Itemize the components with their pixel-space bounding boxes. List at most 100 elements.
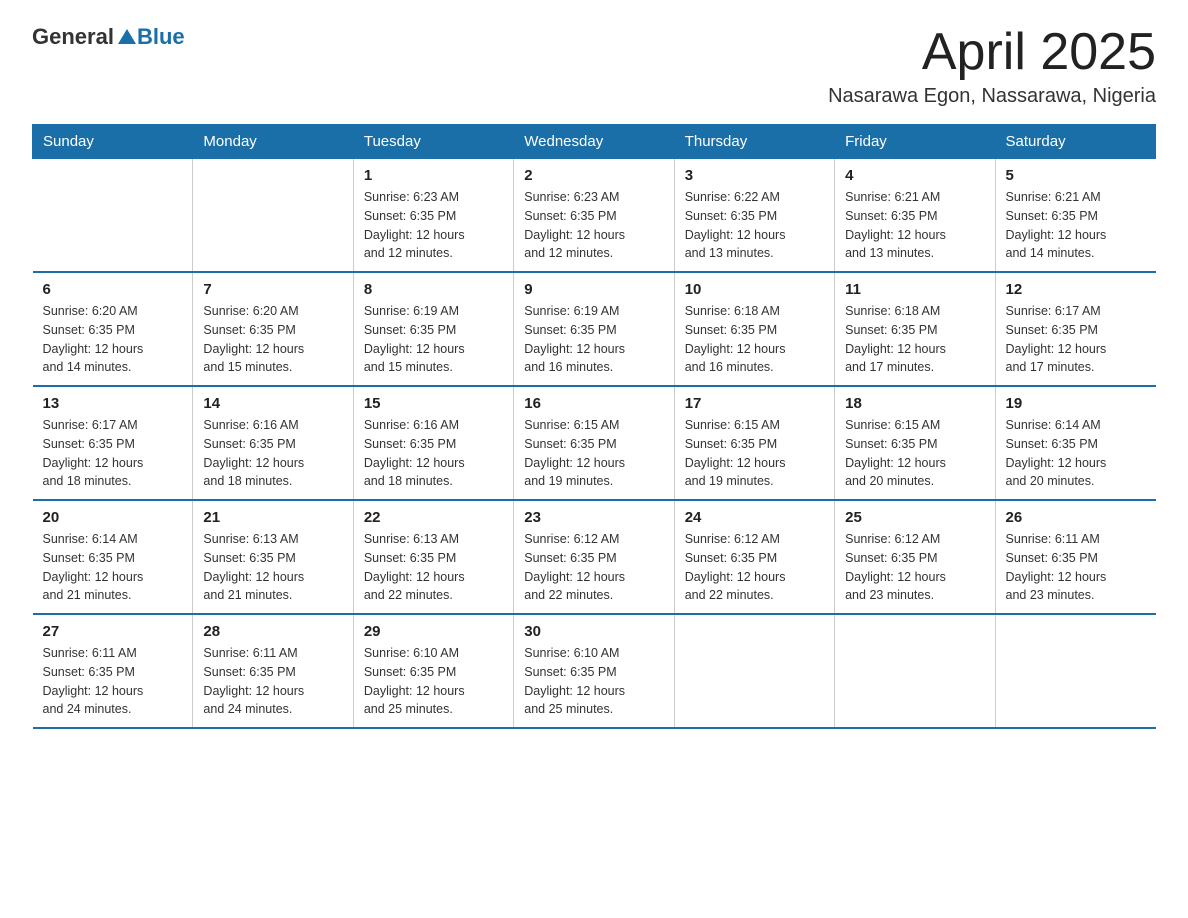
day-cell: 26Sunrise: 6:11 AM Sunset: 6:35 PM Dayli… — [995, 500, 1155, 614]
day-cell: 2 Sunrise: 6:23 AM Sunset: 6:35 PM Daylig… — [514, 159, 674, 273]
week-row-1: 1 Sunrise: 6:23 AM Sunset: 6:35 PM Daylig… — [33, 159, 1156, 273]
day-cell: 6Sunrise: 6:20 AM Sunset: 6:35 PM Daylig… — [33, 272, 193, 386]
day-info: Sunrise: 6:10 AM Sunset: 6:35 PM Dayligh… — [364, 644, 503, 719]
day-info: Sunrise: 6:21 AM Sunset: 6:35 PM Dayligh… — [845, 188, 984, 263]
day-number: 21 — [203, 509, 342, 526]
header-cell-wednesday: Wednesday — [514, 125, 674, 159]
day-info: Sunrise: 6:22 AM Sunset: 6:35 PM Dayligh… — [685, 188, 824, 263]
day-info: Sunrise: 6:18 AM Sunset: 6:35 PM Dayligh… — [685, 302, 824, 377]
header-cell-monday: Monday — [193, 125, 353, 159]
day-number: 5 — [1006, 167, 1146, 184]
day-cell: 3 Sunrise: 6:22 AM Sunset: 6:35 PM Daylig… — [674, 159, 834, 273]
day-number: 17 — [685, 395, 824, 412]
day-info: Sunrise: 6:17 AM Sunset: 6:35 PM Dayligh… — [1006, 302, 1146, 377]
page-subtitle: Nasarawa Egon, Nassarawa, Nigeria — [828, 85, 1156, 108]
header-cell-thursday: Thursday — [674, 125, 834, 159]
day-info: Sunrise: 6:16 AM Sunset: 6:35 PM Dayligh… — [364, 416, 503, 491]
day-number: 15 — [364, 395, 503, 412]
calendar-body: 1 Sunrise: 6:23 AM Sunset: 6:35 PM Daylig… — [33, 159, 1156, 729]
day-cell: 14Sunrise: 6:16 AM Sunset: 6:35 PM Dayli… — [193, 386, 353, 500]
day-cell: 22Sunrise: 6:13 AM Sunset: 6:35 PM Dayli… — [353, 500, 513, 614]
day-number: 30 — [524, 623, 663, 640]
week-row-2: 6 Sunrise: 6:20 AM Sunset: 6:35 PM Daylig… — [33, 272, 1156, 386]
day-number: 10 — [685, 281, 824, 298]
day-cell: 13Sunrise: 6:17 AM Sunset: 6:35 PM Dayli… — [33, 386, 193, 500]
day-info: Sunrise: 6:20 AM Sunset: 6:35 PM Dayligh… — [203, 302, 342, 377]
day-number: 29 — [364, 623, 503, 640]
day-cell: 1 Sunrise: 6:23 AM Sunset: 6:35 PM Daylig… — [353, 159, 513, 273]
day-number: 11 — [845, 281, 984, 298]
page-header: General Blue April 2025 Nasarawa Egon, Na… — [32, 24, 1156, 108]
day-cell — [193, 159, 353, 273]
header-cell-saturday: Saturday — [995, 125, 1155, 159]
day-cell: 27 Sunrise: 6:11 AM Sunset: 6:35 PM Dayli… — [33, 614, 193, 728]
header-cell-tuesday: Tuesday — [353, 125, 513, 159]
day-cell: 29 Sunrise: 6:10 AM Sunset: 6:35 PM Dayli… — [353, 614, 513, 728]
day-number: 19 — [1006, 395, 1146, 412]
day-info: Sunrise: 6:10 AM Sunset: 6:35 PM Dayligh… — [524, 644, 663, 719]
title-block: April 2025 Nasarawa Egon, Nassarawa, Nig… — [828, 24, 1156, 108]
calendar-header: SundayMondayTuesdayWednesdayThursdayFrid… — [33, 125, 1156, 159]
week-row-5: 27 Sunrise: 6:11 AM Sunset: 6:35 PM Dayli… — [33, 614, 1156, 728]
day-info: Sunrise: 6:11 AM Sunset: 6:35 PM Dayligh… — [1006, 530, 1146, 605]
day-info: Sunrise: 6:21 AM Sunset: 6:35 PM Dayligh… — [1006, 188, 1146, 263]
day-info: Sunrise: 6:11 AM Sunset: 6:35 PM Dayligh… — [43, 644, 183, 719]
day-number: 14 — [203, 395, 342, 412]
day-cell — [835, 614, 995, 728]
header-row: SundayMondayTuesdayWednesdayThursdayFrid… — [33, 125, 1156, 159]
day-cell: 30 Sunrise: 6:10 AM Sunset: 6:35 PM Dayli… — [514, 614, 674, 728]
day-number: 4 — [845, 167, 984, 184]
day-info: Sunrise: 6:14 AM Sunset: 6:35 PM Dayligh… — [43, 530, 183, 605]
day-number: 9 — [524, 281, 663, 298]
day-info: Sunrise: 6:14 AM Sunset: 6:35 PM Dayligh… — [1006, 416, 1146, 491]
day-cell: 24Sunrise: 6:12 AM Sunset: 6:35 PM Dayli… — [674, 500, 834, 614]
logo-text-general: General — [32, 24, 114, 50]
day-info: Sunrise: 6:19 AM Sunset: 6:35 PM Dayligh… — [364, 302, 503, 377]
day-cell: 9Sunrise: 6:19 AM Sunset: 6:35 PM Daylig… — [514, 272, 674, 386]
day-cell: 12 Sunrise: 6:17 AM Sunset: 6:35 PM Dayli… — [995, 272, 1155, 386]
day-number: 3 — [685, 167, 824, 184]
day-cell: 23 Sunrise: 6:12 AM Sunset: 6:35 PM Dayli… — [514, 500, 674, 614]
day-info: Sunrise: 6:12 AM Sunset: 6:35 PM Dayligh… — [524, 530, 663, 605]
day-cell: 19 Sunrise: 6:14 AM Sunset: 6:35 PM Dayli… — [995, 386, 1155, 500]
day-number: 12 — [1006, 281, 1146, 298]
day-number: 1 — [364, 167, 503, 184]
day-cell: 7 Sunrise: 6:20 AM Sunset: 6:35 PM Daylig… — [193, 272, 353, 386]
day-number: 8 — [364, 281, 503, 298]
day-number: 2 — [524, 167, 663, 184]
day-cell: 20 Sunrise: 6:14 AM Sunset: 6:35 PM Dayli… — [33, 500, 193, 614]
day-info: Sunrise: 6:15 AM Sunset: 6:35 PM Dayligh… — [685, 416, 824, 491]
day-info: Sunrise: 6:12 AM Sunset: 6:35 PM Dayligh… — [845, 530, 984, 605]
day-number: 18 — [845, 395, 984, 412]
day-number: 16 — [524, 395, 663, 412]
day-number: 23 — [524, 509, 663, 526]
day-number: 7 — [203, 281, 342, 298]
day-cell: 21 Sunrise: 6:13 AM Sunset: 6:35 PM Dayli… — [193, 500, 353, 614]
page-title: April 2025 — [828, 24, 1156, 81]
day-number: 28 — [203, 623, 342, 640]
logo: General Blue — [32, 24, 185, 50]
day-number: 24 — [685, 509, 824, 526]
day-info: Sunrise: 6:11 AM Sunset: 6:35 PM Dayligh… — [203, 644, 342, 719]
logo-text-blue: Blue — [137, 24, 185, 50]
day-cell: 4 Sunrise: 6:21 AM Sunset: 6:35 PM Daylig… — [835, 159, 995, 273]
day-number: 6 — [43, 281, 183, 298]
day-info: Sunrise: 6:15 AM Sunset: 6:35 PM Dayligh… — [524, 416, 663, 491]
day-info: Sunrise: 6:23 AM Sunset: 6:35 PM Dayligh… — [364, 188, 503, 263]
day-info: Sunrise: 6:13 AM Sunset: 6:35 PM Dayligh… — [203, 530, 342, 605]
week-row-4: 20 Sunrise: 6:14 AM Sunset: 6:35 PM Dayli… — [33, 500, 1156, 614]
day-cell: 11 Sunrise: 6:18 AM Sunset: 6:35 PM Dayli… — [835, 272, 995, 386]
day-number: 20 — [43, 509, 183, 526]
day-number: 25 — [845, 509, 984, 526]
day-cell: 28 Sunrise: 6:11 AM Sunset: 6:35 PM Dayli… — [193, 614, 353, 728]
day-cell: 8 Sunrise: 6:19 AM Sunset: 6:35 PM Daylig… — [353, 272, 513, 386]
day-number: 27 — [43, 623, 183, 640]
day-number: 13 — [43, 395, 183, 412]
day-info: Sunrise: 6:23 AM Sunset: 6:35 PM Dayligh… — [524, 188, 663, 263]
week-row-3: 13Sunrise: 6:17 AM Sunset: 6:35 PM Dayli… — [33, 386, 1156, 500]
day-info: Sunrise: 6:18 AM Sunset: 6:35 PM Dayligh… — [845, 302, 984, 377]
day-cell: 16 Sunrise: 6:15 AM Sunset: 6:35 PM Dayli… — [514, 386, 674, 500]
day-cell: 5 Sunrise: 6:21 AM Sunset: 6:35 PM Daylig… — [995, 159, 1155, 273]
day-info: Sunrise: 6:13 AM Sunset: 6:35 PM Dayligh… — [364, 530, 503, 605]
day-cell — [674, 614, 834, 728]
